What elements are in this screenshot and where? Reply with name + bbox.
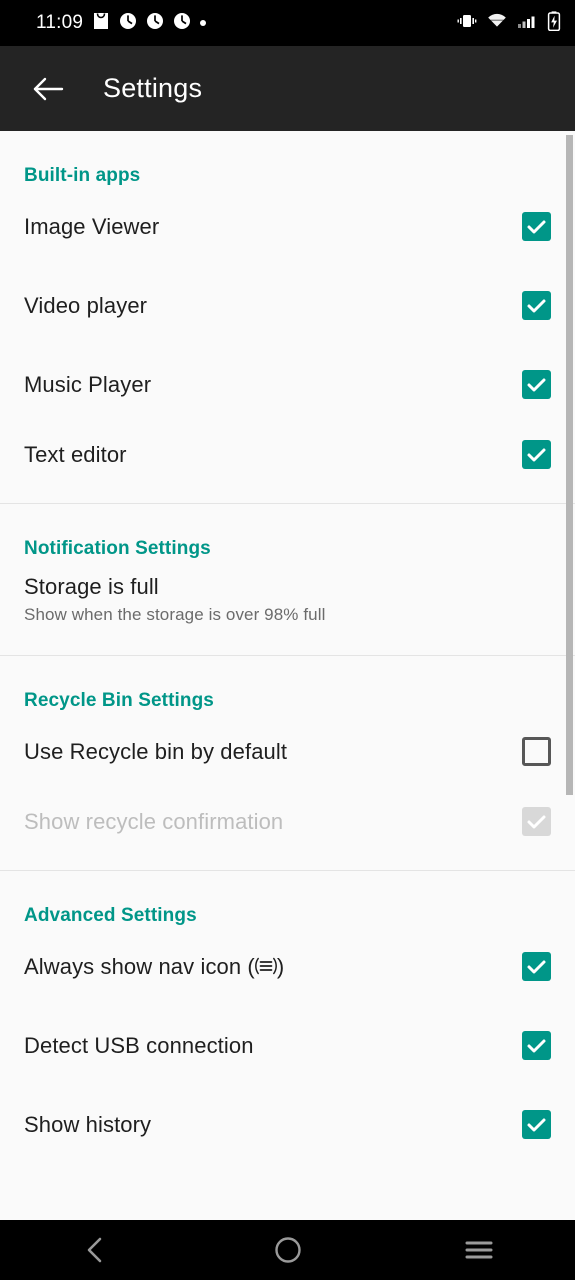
setting-row-text-editor[interactable]: Text editor — [0, 424, 575, 503]
status-bar-left: 11:09 — [36, 12, 207, 35]
nav-recents-button[interactable] — [383, 1220, 575, 1280]
row-texts: Text editor — [24, 442, 127, 468]
setting-row-show-history[interactable]: Show history — [0, 1085, 575, 1164]
wifi-icon — [487, 13, 507, 34]
page-title: Settings — [103, 73, 203, 103]
hamburger-menu-icon — [254, 955, 277, 977]
signal-icon — [517, 13, 537, 34]
check-icon — [527, 1118, 546, 1132]
section-header: Built-in apps — [24, 165, 141, 186]
settings-list[interactable]: Built-in apps Image Viewer Video player — [0, 131, 575, 1220]
home-circle-icon — [274, 1237, 301, 1263]
checkbox-video-player[interactable] — [522, 291, 551, 320]
setting-row-image-viewer[interactable]: Image Viewer — [0, 187, 575, 266]
recents-hamburger-icon — [465, 1241, 493, 1259]
check-icon — [527, 960, 546, 974]
clock-icon — [146, 12, 164, 35]
setting-label: Storage is full — [24, 574, 159, 599]
vibrate-icon — [457, 13, 477, 34]
setting-label: Show recycle confirmation — [24, 808, 284, 834]
section-header: Recycle Bin Settings — [24, 690, 214, 711]
dot-icon — [200, 20, 207, 26]
setting-label: Show history — [24, 1111, 152, 1137]
row-texts: Show recycle confirmation — [24, 809, 283, 835]
setting-row-use-recycle-bin-by-default[interactable]: Use Recycle bin by default — [0, 712, 575, 791]
system-navigation-bar — [0, 1220, 575, 1280]
row-texts: Image Viewer — [24, 214, 159, 240]
setting-row-video-player[interactable]: Video player — [0, 266, 575, 345]
row-texts: Show history — [24, 1112, 151, 1138]
back-button[interactable] — [26, 67, 70, 111]
nav-back-button[interactable] — [0, 1220, 192, 1280]
section-header: Advanced Settings — [24, 905, 197, 926]
setting-row-music-player[interactable]: Music Player — [0, 345, 575, 424]
clock-icon — [119, 12, 137, 35]
inbox-icon — [92, 12, 110, 35]
back-arrow-icon — [33, 77, 64, 100]
section-header: Notification Settings — [24, 538, 211, 559]
section-recycle-bin-settings: Recycle Bin Settings Use Recycle bin by … — [0, 655, 575, 870]
scrollbar-thumb[interactable] — [566, 135, 573, 795]
setting-label-wrapper: Always show nav icon () — [24, 954, 284, 980]
row-texts: Always show nav icon () — [24, 954, 284, 980]
setting-label: Detect USB connection — [24, 1032, 254, 1058]
setting-label: Always show nav icon ( — [24, 953, 255, 979]
status-bar-clock: 11:09 — [36, 12, 84, 33]
setting-row-show-recycle-confirmation: Show recycle confirmation — [0, 791, 575, 870]
checkbox-music-player[interactable] — [522, 370, 551, 399]
setting-subtitle: Show when the storage is over 98% full — [24, 605, 326, 624]
check-icon — [527, 299, 546, 313]
check-icon — [527, 1039, 546, 1053]
section-built-in-apps: Built-in apps Image Viewer Video player — [0, 131, 575, 503]
row-texts: Detect USB connection — [24, 1033, 254, 1059]
status-bar: 11:09 — [0, 0, 575, 46]
row-texts: Use Recycle bin by default — [24, 739, 287, 765]
clock-icon — [173, 12, 191, 35]
battery-charging-icon — [547, 10, 561, 36]
setting-label: Music Player — [24, 371, 152, 397]
row-texts: Music Player — [24, 372, 151, 398]
section-advanced-settings: Advanced Settings Always show nav icon (… — [0, 870, 575, 1164]
checkbox-use-recycle-bin-by-default[interactable] — [522, 737, 551, 766]
setting-label: Use Recycle bin by default — [24, 738, 288, 764]
phone-screen: 11:09 Settings Built-in apps Image Viewe… — [0, 0, 575, 1280]
setting-label: Video player — [24, 292, 148, 318]
checkbox-show-recycle-confirmation — [522, 807, 551, 836]
row-texts: Storage is full Show when the storage is… — [24, 574, 325, 625]
checkbox-detect-usb-connection[interactable] — [522, 1031, 551, 1060]
check-icon — [527, 448, 546, 462]
checkbox-show-history[interactable] — [522, 1110, 551, 1139]
section-notification-settings: Notification Settings Storage is full Sh… — [0, 503, 575, 655]
checkbox-image-viewer[interactable] — [522, 212, 551, 241]
row-texts: Video player — [24, 293, 147, 319]
setting-label-suffix: ) — [276, 953, 285, 979]
checkbox-text-editor[interactable] — [522, 440, 551, 469]
app-bar: Settings — [0, 46, 575, 131]
checkbox-always-show-nav-icon[interactable] — [522, 952, 551, 981]
status-bar-right — [457, 10, 561, 36]
setting-row-always-show-nav-icon[interactable]: Always show nav icon () — [0, 927, 575, 1006]
back-chevron-icon — [87, 1237, 102, 1263]
setting-row-storage-is-full[interactable]: Storage is full Show when the storage is… — [0, 560, 575, 655]
nav-home-button[interactable] — [192, 1220, 384, 1280]
check-icon — [527, 220, 546, 234]
setting-label: Text editor — [24, 441, 127, 467]
setting-label: Image Viewer — [24, 213, 160, 239]
check-icon — [527, 378, 546, 392]
setting-row-detect-usb-connection[interactable]: Detect USB connection — [0, 1006, 575, 1085]
check-icon — [527, 815, 546, 829]
